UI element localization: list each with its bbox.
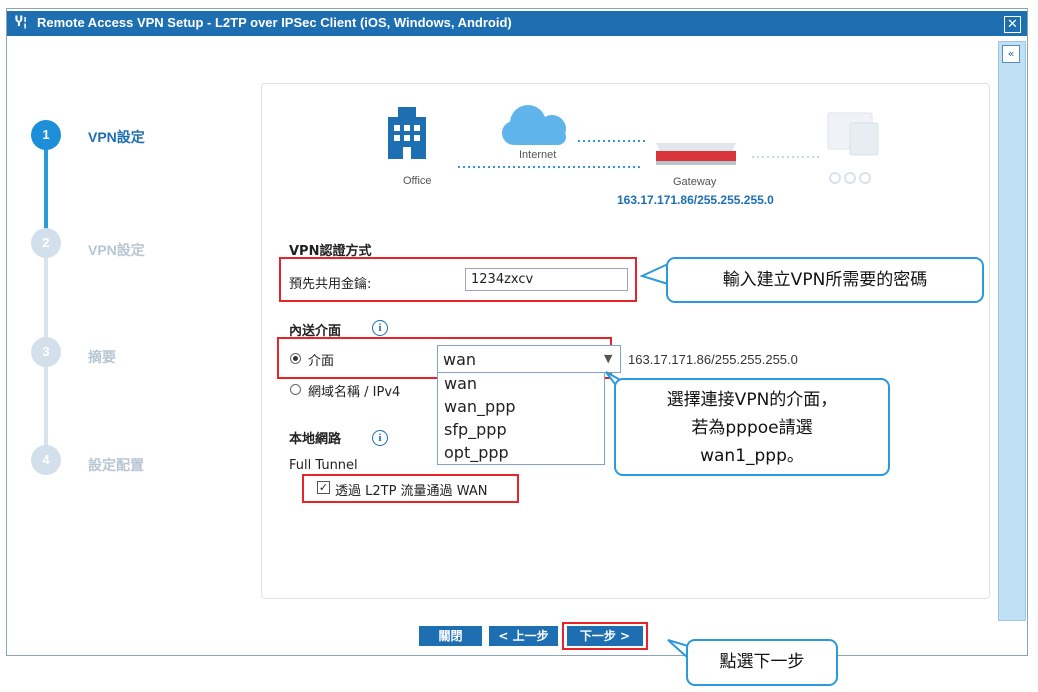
interface-ip: 163.17.171.86/255.255.255.0 [628,352,798,367]
window-title: Remote Access VPN Setup - L2TP over IPSe… [37,15,512,30]
l2tp-checkbox[interactable]: ✓ [317,481,330,494]
gateway-device-icon [656,143,736,165]
outgoing-info-icon[interactable]: i [372,320,388,336]
step-3-indicator: 3 [31,337,61,367]
office-building-icon [388,107,426,159]
interface-callout-line1: 選擇連接VPN的介面， [666,390,838,410]
gateway-ip: 163.17.171.86/255.255.255.0 [617,193,774,207]
network-diagram [388,105,879,184]
step-1-indicator: 1 [31,120,61,150]
cloud-icon [502,105,566,145]
local-info-icon[interactable]: i [372,430,388,446]
step-4-indicator: 4 [31,445,61,475]
step-3-label[interactable]: 摘要 [88,347,116,367]
step-4-label[interactable]: 設定配置 [88,455,144,475]
interface-select[interactable]: wan ▼ [437,345,621,373]
close-button[interactable]: 關閉 [419,626,482,646]
gateway-label: Gateway [673,176,717,188]
dropdown-option[interactable]: wan_ppp [444,397,516,416]
client-devices-icon [827,112,879,184]
internet-label: Internet [519,149,557,161]
next-callout: 點選下一步 [686,639,838,686]
interface-select-value: wan [443,350,477,369]
back-button[interactable]: < 上一步 [489,626,558,646]
title-bar: Ⴤ¦ Remote Access VPN Setup - L2TP over I… [7,11,1027,36]
interface-dropdown-list: wan wan_ppp sfp_ppp opt_ppp [437,373,605,465]
side-panel [998,41,1026,621]
dropdown-option[interactable]: wan [444,374,477,393]
interface-callout-line3: wan1_ppp。 [700,446,804,466]
l2tp-checkbox-label: 透過 L2TP 流量通過 WAN [335,484,488,499]
psk-callout: 輸入建立VPN所需要的密碼 [666,257,984,303]
interface-callout-line2: 若為pppoe請選 [691,418,813,438]
full-tunnel-label: Full Tunnel [289,458,358,473]
next-highlight [562,622,648,650]
interface-callout: 選擇連接VPN的介面， 若為pppoe請選 wan1_ppp。 [614,378,890,476]
interface-radio[interactable] [290,353,301,364]
domain-radio[interactable] [290,384,301,395]
dropdown-option[interactable]: opt_ppp [444,443,509,462]
close-icon[interactable]: ✕ [1004,16,1021,33]
domain-radio-label: 網域名稱 / IPv4 [308,385,401,400]
step-2-label[interactable]: VPN設定 [88,240,145,260]
chevron-down-icon[interactable]: ▼ [604,352,612,365]
local-heading: 本地網路 [289,432,342,447]
step-2-indicator: 2 [31,228,61,258]
collapse-icon[interactable]: « [1002,45,1020,63]
dropdown-option[interactable]: sfp_ppp [444,420,507,439]
tools-icon: Ⴤ¦ [15,15,28,30]
psk-input[interactable] [465,268,628,291]
psk-label: 預先共用金鑰: [289,277,372,292]
interface-radio-label: 介面 [308,354,335,369]
office-label: Office [403,175,432,187]
step-1-label[interactable]: VPN設定 [88,127,145,147]
